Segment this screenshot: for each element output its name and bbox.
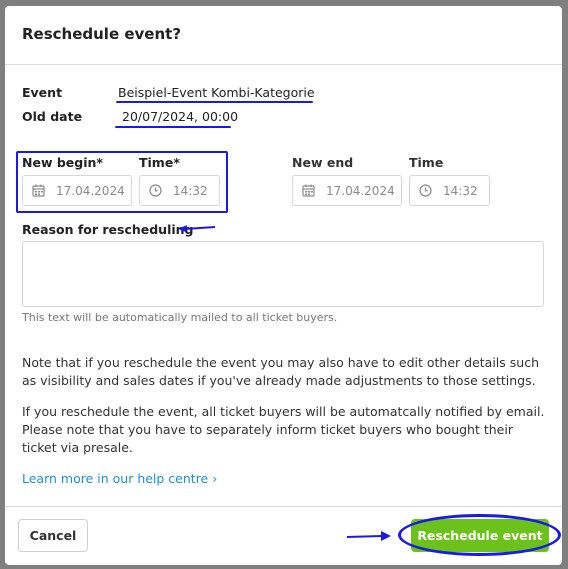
arrow-annotation: [178, 225, 216, 232]
reason-textarea[interactable]: [22, 241, 544, 307]
reschedule-dialog: Reschedule event? Event Beispiel-Event K…: [5, 6, 562, 565]
clock-icon: [419, 184, 432, 197]
new-end-time-value: 14:32: [443, 184, 478, 198]
new-end-time-label: Time: [409, 155, 444, 170]
new-begin-label: New begin*: [22, 155, 103, 170]
new-begin-date-value: 17.04.2024: [56, 184, 125, 198]
event-label: Event: [22, 85, 63, 100]
note-paragraph-1: Note that if you reschedule the event yo…: [22, 355, 539, 388]
help-centre-link-label: Learn more in our help centre: [22, 471, 209, 486]
cancel-button[interactable]: Cancel: [18, 519, 88, 552]
new-end-time-input[interactable]: 14:32: [409, 175, 490, 206]
old-date-underline-annotation: [115, 126, 231, 128]
arrow-annotation: [346, 531, 391, 541]
help-centre-link[interactable]: Learn more in our help centre ›: [22, 471, 217, 486]
new-begin-time-input[interactable]: 14:32: [139, 175, 220, 206]
event-name-underline-annotation: [116, 101, 313, 103]
reason-label: Reason for rescheduling: [22, 222, 194, 237]
new-end-label: New end: [292, 155, 354, 170]
chevron-right-icon: ›: [212, 471, 218, 486]
event-name: Beispiel-Event Kombi-Kategorie: [118, 85, 315, 100]
calendar-icon: [32, 184, 45, 197]
calendar-icon: [302, 184, 315, 197]
new-begin-time-label: Time*: [139, 155, 180, 170]
new-begin-time-value: 14:32: [173, 184, 208, 198]
note-paragraph-2: If you reschedule the event, all ticket …: [22, 404, 545, 455]
dialog-title: Reschedule event?: [22, 25, 182, 43]
new-end-date-value: 17.04.2024: [326, 184, 395, 198]
new-end-date-input[interactable]: 17.04.2024: [292, 175, 402, 206]
clock-icon: [149, 184, 162, 197]
new-begin-date-input[interactable]: 17.04.2024: [22, 175, 132, 206]
old-date-label: Old date: [22, 109, 83, 124]
reschedule-event-button[interactable]: Reschedule event: [411, 519, 549, 552]
reason-hint: This text will be automatically mailed t…: [22, 311, 338, 324]
dialog-header: Reschedule event?: [5, 6, 562, 65]
old-date-value: 20/07/2024, 00:00: [122, 109, 239, 124]
